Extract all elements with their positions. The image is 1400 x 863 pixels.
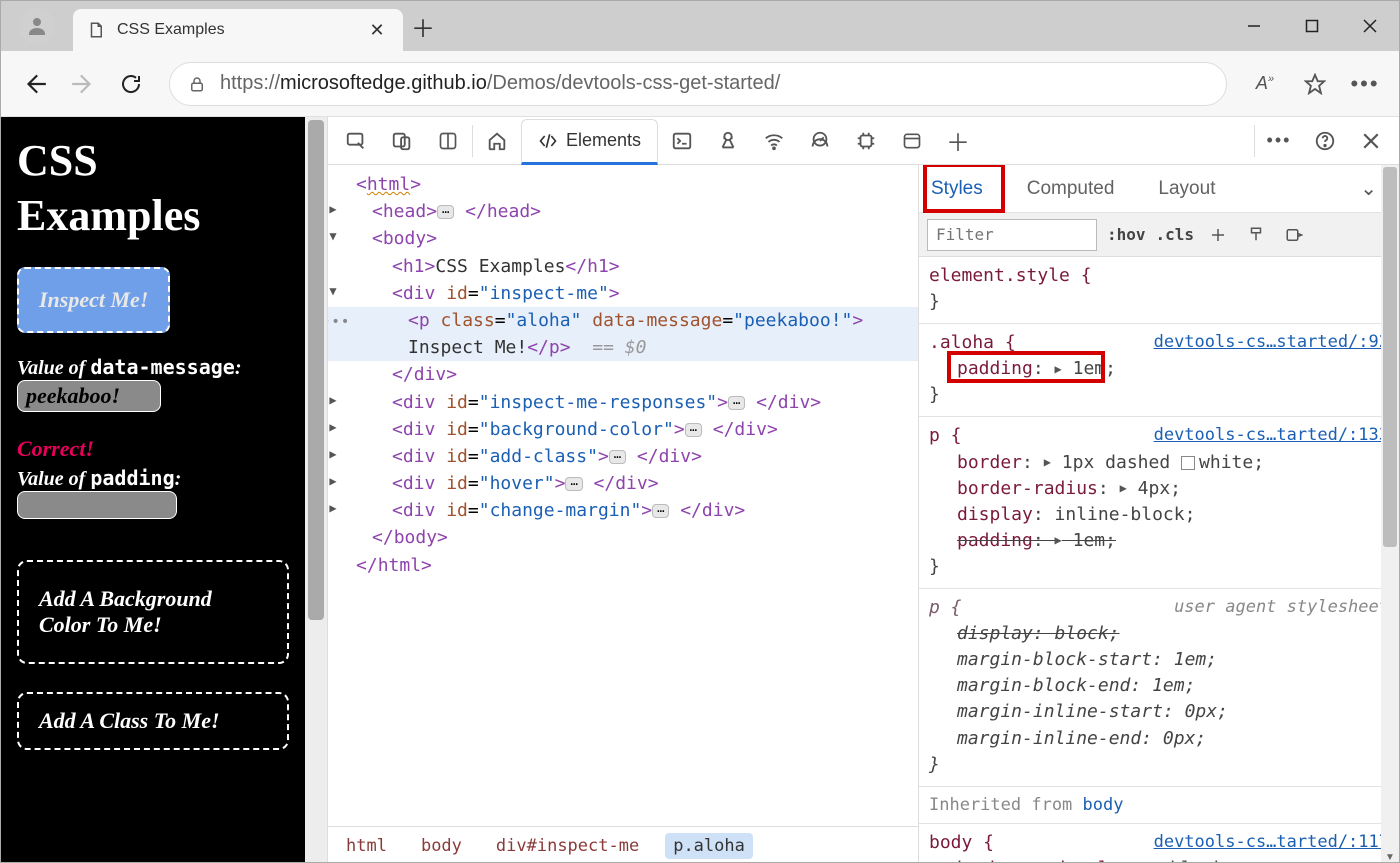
aloha-rule[interactable]: devtools-cs…started/:92 .aloha { padding… — [919, 324, 1399, 417]
element-style-rule[interactable]: element.style { } — [919, 257, 1399, 324]
devtools-close-icon[interactable] — [1349, 121, 1393, 161]
elements-panel: <html> ▶<head>⋯ </head> ▼<body> <h1>CSS … — [328, 165, 919, 863]
url-text: https://microsoftedge.github.io/Demos/de… — [220, 72, 780, 95]
styles-pane: Styles Computed Layout ⌄ :hov .cls — [919, 165, 1399, 863]
page-icon — [87, 21, 105, 39]
data-message-label: Value of data-message: — [17, 355, 289, 380]
maximize-button[interactable] — [1283, 1, 1341, 51]
bg-color-box[interactable]: Add A Background Color To Me! — [17, 560, 289, 664]
paint-icon[interactable] — [1242, 221, 1270, 249]
source-link[interactable]: devtools-cs…tarted/:117 — [1154, 830, 1389, 855]
welcome-tab-icon[interactable] — [475, 121, 519, 161]
titlebar: CSS Examples ✕ ＋ — [1, 1, 1399, 51]
inherited-header: Inherited from body — [919, 787, 1399, 824]
dock-icon[interactable] — [426, 121, 470, 161]
elements-tab-label: Elements — [566, 130, 641, 151]
main-area: CSS Examples Inspect Me! Value of data-m… — [1, 117, 1399, 863]
back-button[interactable] — [15, 64, 55, 104]
help-icon[interactable] — [1303, 121, 1347, 161]
inspect-icon[interactable] — [334, 121, 378, 161]
elements-tab[interactable]: Elements — [521, 119, 658, 165]
hov-toggle[interactable]: :hov — [1107, 225, 1146, 244]
page-heading: CSS Examples — [17, 133, 289, 243]
cls-toggle[interactable]: .cls — [1156, 225, 1195, 244]
close-window-button[interactable] — [1341, 1, 1399, 51]
styles-scrollbar[interactable]: ▲ ▼ — [1381, 165, 1399, 863]
source-link[interactable]: devtools-cs…started/:92 — [1154, 330, 1389, 355]
device-toggle-icon[interactable] — [380, 121, 424, 161]
application-tab-icon[interactable] — [890, 121, 934, 161]
styles-toolbar: :hov .cls — [919, 213, 1399, 257]
minimize-button[interactable] — [1225, 1, 1283, 51]
profile-button[interactable] — [19, 8, 55, 44]
devtools-tabbar: Elements ＋ ••• — [328, 117, 1399, 165]
ua-label: user agent stylesheet — [1174, 595, 1389, 620]
devtools-menu-icon[interactable]: ••• — [1257, 121, 1301, 161]
memory-tab-icon[interactable] — [844, 121, 888, 161]
address-bar[interactable]: https://microsoftedge.github.io/Demos/de… — [169, 62, 1227, 106]
tab-layout[interactable]: Layout — [1146, 172, 1227, 206]
styles-filter-input[interactable] — [927, 219, 1097, 251]
edge-window: CSS Examples ✕ ＋ https://microsoftedge.g… — [0, 0, 1400, 863]
lock-icon — [188, 75, 206, 93]
padding-label: Value of padding: — [17, 466, 289, 491]
favorite-button[interactable] — [1295, 64, 1335, 104]
devtools-panel: Elements ＋ ••• <html> — [327, 117, 1399, 863]
menu-button[interactable]: ••• — [1345, 64, 1385, 104]
rules-list[interactable]: element.style { } devtools-cs…started/:9… — [919, 257, 1399, 863]
correct-label: Correct! — [17, 436, 289, 462]
ua-p-rule[interactable]: user agent stylesheet p { display: block… — [919, 589, 1399, 787]
crumb-body[interactable]: body — [413, 833, 470, 859]
breadcrumb[interactable]: html body div#inspect-me p.aloha — [328, 826, 918, 863]
data-message-value[interactable]: peekaboo! — [17, 380, 161, 412]
performance-tab-icon[interactable] — [798, 121, 842, 161]
more-tabs-button[interactable]: ＋ — [936, 121, 980, 161]
inspect-me-box[interactable]: Inspect Me! — [17, 267, 170, 333]
source-link[interactable]: devtools-cs…tarted/:133 — [1154, 423, 1389, 448]
padding-value[interactable] — [17, 491, 177, 519]
window-controls — [1225, 1, 1399, 51]
reload-button[interactable] — [111, 64, 151, 104]
forward-button[interactable] — [63, 64, 103, 104]
crumb-div[interactable]: div#inspect-me — [488, 833, 647, 859]
read-aloud-button[interactable]: A» — [1245, 64, 1285, 104]
add-class-box[interactable]: Add A Class To Me! — [17, 692, 289, 750]
body-rule[interactable]: devtools-cs…tarted/:117 body { backgroun… — [919, 824, 1399, 863]
network-tab-icon[interactable] — [752, 121, 796, 161]
p-rule[interactable]: devtools-cs…tarted/:133 p { border: ▶ 1p… — [919, 417, 1399, 589]
tab-computed[interactable]: Computed — [1015, 172, 1127, 206]
computed-toggle-icon[interactable] — [1280, 221, 1308, 249]
tab-title: CSS Examples — [117, 21, 353, 39]
crumb-p[interactable]: p.aloha — [665, 833, 753, 859]
page-scrollbar[interactable] — [305, 117, 327, 863]
dom-tree[interactable]: <html> ▶<head>⋯ </head> ▼<body> <h1>CSS … — [328, 165, 918, 826]
console-tab-icon[interactable] — [660, 121, 704, 161]
elements-icon — [538, 131, 558, 151]
new-tab-button[interactable]: ＋ — [403, 6, 443, 46]
page-viewport: CSS Examples Inspect Me! Value of data-m… — [1, 117, 327, 863]
sources-tab-icon[interactable] — [706, 121, 750, 161]
browser-tab[interactable]: CSS Examples ✕ — [73, 9, 403, 51]
styles-tabs: Styles Computed Layout ⌄ — [919, 165, 1399, 213]
tab-styles[interactable]: Styles — [919, 172, 995, 206]
crumb-html[interactable]: html — [338, 833, 395, 859]
new-rule-icon[interactable] — [1204, 221, 1232, 249]
tab-close-icon[interactable]: ✕ — [365, 20, 389, 41]
toolbar: https://microsoftedge.github.io/Demos/de… — [1, 51, 1399, 117]
